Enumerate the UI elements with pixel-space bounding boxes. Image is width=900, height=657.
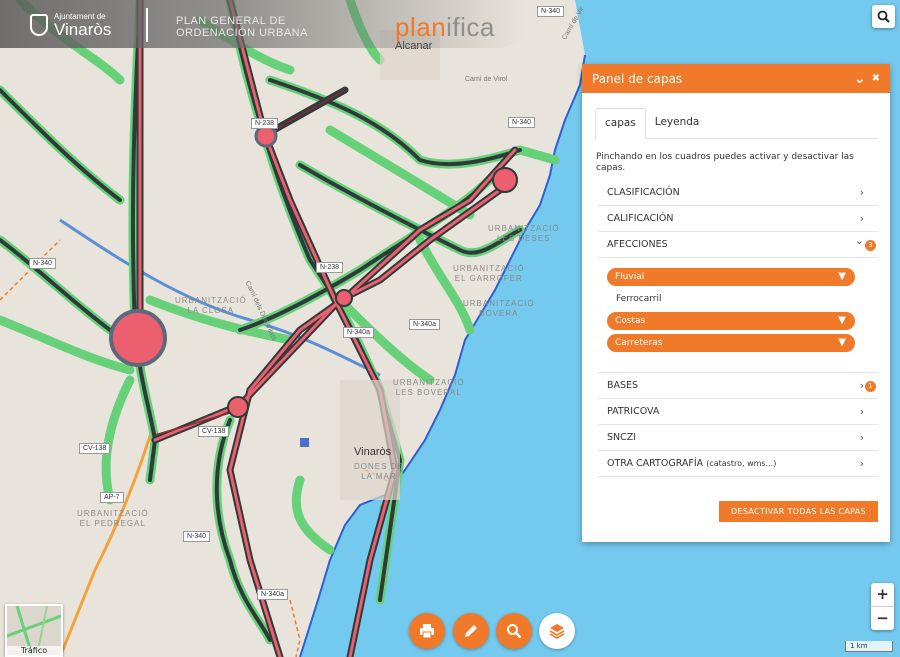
chevron-right-icon: › — [859, 431, 864, 444]
category-list: CLASIFICACIÓN › CALIFICACIÓN › AFECCIONE… — [598, 180, 878, 477]
chevron-right-icon: › — [859, 379, 864, 392]
town-label-vinaros: Vinaròs — [354, 446, 392, 458]
search-button[interactable] — [872, 5, 895, 28]
chevron-right-icon: › — [859, 186, 864, 199]
print-button[interactable] — [409, 613, 445, 649]
station-icon — [300, 438, 309, 447]
close-icon[interactable]: ✖ — [872, 73, 880, 84]
dropdown-arrow-icon[interactable]: ▼ — [838, 312, 846, 330]
road-shield: N-238 — [316, 262, 344, 273]
collapse-icon[interactable]: ⌄ — [854, 72, 866, 86]
traffic-layer-toggle[interactable]: Tráfico — [5, 604, 63, 657]
search-tool-button[interactable] — [496, 613, 532, 649]
traffic-label: Tráfico — [7, 646, 61, 655]
layer-fluvial[interactable]: Fluvial ▼ — [607, 268, 855, 286]
road-shield: N-340 — [183, 531, 211, 542]
layers-icon — [549, 624, 565, 639]
draw-button[interactable] — [453, 613, 489, 649]
zoom-out-button[interactable]: − — [871, 607, 894, 630]
street-label: Camí de Virol — [465, 76, 508, 83]
area-label-les-boveral: URBANITZACIÓ LES BOVERAL — [393, 378, 465, 397]
road-shield: N-340 — [508, 117, 536, 128]
town-area — [340, 380, 400, 500]
municipality-logo: Ajuntament de Vinaròs — [30, 12, 111, 38]
deactivate-all-button[interactable]: DESACTIVAR TODAS LAS CAPAS — [719, 501, 878, 522]
area-label-el-pedregal: URBANITZACIÓ EL PEDREGAL — [77, 509, 149, 528]
road-shield: N-340 — [537, 6, 565, 17]
category-otra-cartografia[interactable]: OTRA CARTOGRAFÍA (catastro, wms...) › — [598, 451, 878, 477]
search-icon — [877, 10, 890, 23]
dropdown-arrow-icon[interactable]: ▼ — [838, 268, 846, 286]
category-bases[interactable]: BASES › 1 — [598, 373, 878, 399]
pencil-icon — [465, 625, 477, 637]
panel-tabs: capas Leyenda — [595, 108, 878, 139]
road-shield: CV-138 — [79, 443, 111, 454]
chevron-right-icon: › — [859, 212, 864, 225]
road-shield: N-238 — [251, 118, 279, 129]
printer-icon — [420, 624, 434, 639]
zoom-control: + − — [871, 583, 894, 630]
road-shield: N-340a — [343, 327, 374, 338]
dropdown-arrow-icon[interactable]: ▼ — [838, 334, 846, 352]
brand-logo: planifica — [395, 12, 495, 42]
road-shield: AP-7 — [100, 492, 124, 503]
search-icon — [507, 624, 522, 639]
chevron-right-icon: › — [859, 405, 864, 418]
logo-big-text: Vinaròs — [54, 20, 112, 39]
scale-bar: 1 km — [845, 641, 893, 652]
chevron-right-icon: › — [859, 457, 864, 470]
header-divider — [146, 8, 148, 42]
layer-costas[interactable]: Costas ▼ — [607, 312, 855, 330]
plan-title: PLAN GENERAL DE ORDENACIÓN URBANA — [176, 15, 308, 39]
app-header: Ajuntament de Vinaròs PLAN GENERAL DE OR… — [0, 0, 527, 48]
layer-carreteras[interactable]: Carreteras ▼ — [607, 334, 855, 352]
category-snczi[interactable]: SNCZI › — [598, 425, 878, 451]
road-shield: N-340a — [409, 319, 440, 330]
panel-header: Panel de capas ⌄ ✖ — [582, 64, 890, 93]
layers-panel: Panel de capas ⌄ ✖ capas Leyenda Pinchan… — [582, 64, 890, 542]
count-badge: 3 — [865, 240, 876, 251]
area-label-bovera: URBANITZACIÓ BOVERA — [463, 299, 535, 318]
road-shield: N-340a — [257, 589, 288, 600]
category-clasificacion[interactable]: CLASIFICACIÓN › — [598, 180, 878, 206]
count-badge: 1 — [865, 381, 876, 392]
area-label-dones: DONES DE LA MAR — [354, 462, 404, 481]
layer-ferrocarril[interactable]: Ferrocarril — [607, 290, 855, 308]
category-afecciones[interactable]: AFECCIONES ⌄ 3 — [598, 232, 878, 258]
tab-leyenda[interactable]: Leyenda — [646, 108, 709, 138]
chevron-down-icon: ⌄ — [854, 234, 864, 247]
road-shield: CV-138 — [198, 426, 230, 437]
layers-button[interactable] — [539, 613, 575, 649]
coat-of-arms-icon — [30, 14, 48, 36]
road-shield: N-340 — [29, 258, 57, 269]
category-calificacion[interactable]: CALIFICACIÓN › — [598, 206, 878, 232]
panel-intro-text: Pinchando en los cuadros puedes activar … — [596, 152, 854, 173]
area-label-les-deses: URBANITZACIÓ LES DESES — [488, 224, 560, 243]
tab-capas[interactable]: capas — [595, 108, 646, 139]
category-patricova[interactable]: PATRICOVA › — [598, 399, 878, 425]
area-label-el-garrofer: URBANITZACIÓ EL GARROFER — [453, 264, 525, 283]
area-label-la-closa: URBANITZACIÓ LA CLOSA — [175, 296, 247, 315]
panel-title: Panel de capas — [592, 71, 683, 86]
zoom-in-button[interactable]: + — [871, 583, 894, 607]
